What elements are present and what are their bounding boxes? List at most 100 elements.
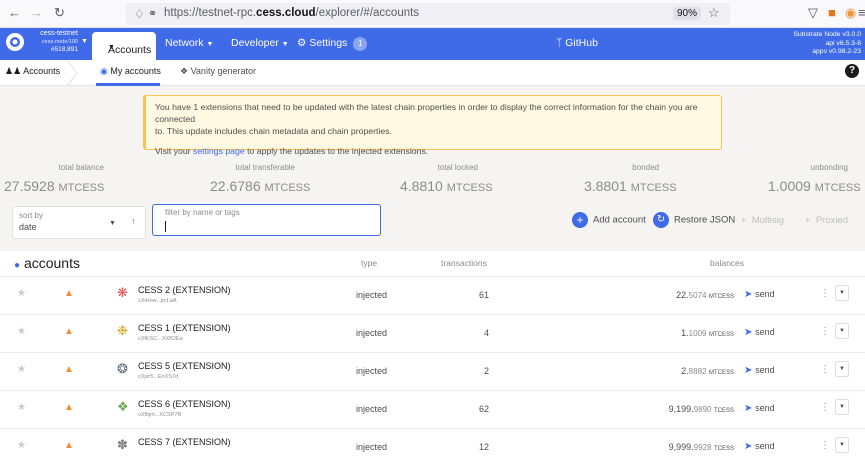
table-row: ★ ▲ ❖ CESS 6 (EXTENSION) cXfbjm...XCSP7R inje… [0, 390, 865, 428]
tab-accounts[interactable]: Accounts ▼ [92, 32, 156, 60]
table-row: ★ ▲ ❂ CESS 5 (EXTENSION) cXjsr5...EnXS7d inje… [0, 352, 865, 390]
account-balance: 22.5074 MTCESS [676, 290, 734, 300]
metamask-icon[interactable]: ■ [828, 6, 836, 20]
favorite-star-icon[interactable]: ★ [17, 440, 26, 451]
transaction-count: 62 [478, 404, 489, 414]
identicon-icon[interactable]: ❂ [117, 361, 128, 377]
identicon-icon[interactable]: ❋ [117, 285, 128, 301]
unbonding-value: 1.0009 MTCESS [768, 178, 861, 194]
address-bar[interactable]: ♢ ⚭ https://testnet-rpc.cess.cloud/explo… [126, 3, 730, 25]
favorite-star-icon[interactable]: ★ [17, 326, 26, 337]
dot-icon: ● [14, 260, 21, 271]
proxied-button[interactable]: + Proxied [805, 215, 848, 226]
filter-input[interactable]: filter by name or tags [152, 204, 381, 236]
favorite-star-icon[interactable]: ★ [17, 288, 26, 299]
plus-icon: + [805, 215, 811, 226]
tab-developer[interactable]: Developer ▼ [231, 37, 289, 49]
forward-arrow-icon[interactable]: → [30, 6, 43, 20]
active-tab-underline [96, 83, 160, 86]
account-type: injected [356, 366, 388, 376]
send-button[interactable]: ➤ send [744, 289, 775, 300]
send-button[interactable]: ➤ send [744, 441, 775, 452]
expand-row-button[interactable]: ▼ [835, 285, 849, 301]
node-name: cess-node/100 [41, 39, 78, 45]
chain-logo-icon[interactable] [5, 32, 25, 52]
more-options-icon[interactable]: ⋮ [820, 326, 830, 337]
expand-row-button[interactable]: ▼ [835, 437, 849, 453]
chain-name: cess-testnet [40, 30, 78, 37]
account-address[interactable]: cXfbjm...XCSP7R [138, 412, 181, 418]
total-transferable-value: 22.6786 MTCESS [210, 178, 311, 194]
expand-row-button[interactable]: ▼ [835, 399, 849, 415]
account-address[interactable]: cXfKSC...XXB2Ea [138, 336, 183, 342]
account-name[interactable]: CESS 2 (EXTENSION) [138, 285, 231, 295]
expand-row-button[interactable]: ▼ [835, 361, 849, 377]
people-icon: ♟♟ [5, 66, 22, 76]
restore-json-button[interactable]: ↻ Restore JSON [653, 212, 735, 228]
app-header: cess-testnet cess-node/100 #518,891 ▼ Ac… [0, 28, 865, 60]
reload-icon[interactable]: ↻ [54, 6, 65, 20]
warning-icon: ▲ [64, 402, 74, 413]
chain-chevron-icon[interactable]: ▼ [81, 38, 88, 45]
account-address[interactable]: cXjsr5...EnXS7d [138, 374, 178, 380]
unbonding-label: unbonding [810, 163, 848, 172]
account-balance: 2.8882 MTCESS [681, 366, 734, 376]
account-name[interactable]: CESS 5 (EXTENSION) [138, 361, 231, 371]
sort-direction-icon[interactable]: ↑ [131, 216, 136, 226]
banner-line-3: Visit your settings page to apply the up… [155, 146, 429, 156]
more-options-icon[interactable]: ⋮ [820, 288, 830, 299]
account-balance: 1.1009 MTCESS [681, 328, 734, 338]
warning-icon: ▲ [64, 364, 74, 375]
col-balances-header: balances [710, 258, 745, 268]
col-type-header: type [361, 258, 378, 268]
extension-icon[interactable]: ◉ [845, 6, 856, 20]
table-row: ★ ▲ ❋ CESS 2 (EXTENSION) cXiHow...pcLaA injec… [0, 276, 865, 314]
extension-update-banner: You have 1 extensions that need to be up… [143, 95, 722, 156]
account-address[interactable]: cXiHow...pcLaA [138, 298, 177, 304]
bookmark-star-icon[interactable]: ☆ [708, 5, 720, 21]
sort-label: sort by [19, 211, 44, 220]
block-number: #518,891 [50, 46, 78, 53]
chevron-down-icon: ▼ [108, 44, 115, 51]
tab-network[interactable]: Network ▼ [165, 37, 213, 49]
account-name[interactable]: CESS 6 (EXTENSION) [138, 399, 231, 409]
add-account-button[interactable]: + Add account [572, 212, 646, 228]
chain-selector[interactable]: cess-testnet cess-node/100 #518,891 [26, 30, 78, 54]
url-text[interactable]: https://testnet-rpc.cess.cloud/explorer/… [164, 7, 419, 19]
help-icon[interactable]: ? [845, 64, 859, 78]
zoom-level[interactable]: 90% [673, 7, 702, 20]
bonded-value: 3.8801 MTCESS [584, 178, 677, 194]
more-options-icon[interactable]: ⋮ [820, 440, 830, 451]
bonded-label: bonded [632, 163, 659, 172]
back-arrow-icon[interactable]: ← [8, 6, 21, 20]
section-title: ♟♟ Accounts [5, 66, 61, 76]
lock-icon[interactable]: ⚭ [148, 7, 157, 20]
favorite-star-icon[interactable]: ★ [17, 402, 26, 413]
send-button[interactable]: ➤ send [744, 365, 775, 376]
total-locked-value: 4.8810 MTCESS [400, 178, 493, 194]
expand-row-button[interactable]: ▼ [835, 323, 849, 339]
more-options-icon[interactable]: ⋮ [820, 402, 830, 413]
github-link[interactable]: ᛉ GitHub [556, 37, 598, 49]
account-name[interactable]: CESS 7 (EXTENSION) [138, 437, 231, 447]
pocket-icon[interactable]: ▽ [808, 6, 818, 20]
send-button[interactable]: ➤ send [744, 327, 775, 338]
identicon-icon[interactable]: ❉ [117, 323, 128, 339]
paper-plane-icon: ➤ [744, 403, 753, 414]
more-options-icon[interactable]: ⋮ [820, 364, 830, 375]
version-node: Substrate Node v3.0.0 [793, 31, 861, 38]
settings-page-link[interactable]: settings page [193, 146, 245, 156]
tab-my-accounts[interactable]: ◉ My accounts [100, 66, 161, 77]
shield-icon[interactable]: ♢ [134, 7, 145, 21]
tab-vanity-generator[interactable]: ❖ Vanity generator [180, 66, 256, 77]
identicon-icon[interactable]: ❖ [117, 399, 129, 415]
identicon-icon[interactable]: ✽ [117, 437, 128, 453]
menu-icon[interactable]: ≡ [858, 6, 865, 20]
send-button[interactable]: ➤ send [744, 403, 775, 414]
sort-select[interactable]: sort by date ▼ ↑ [12, 206, 146, 239]
favorite-star-icon[interactable]: ★ [17, 364, 26, 375]
multisig-button[interactable]: + Multisig [741, 215, 784, 226]
account-name[interactable]: CESS 1 (EXTENSION) [138, 323, 231, 333]
tab-settings[interactable]: ⚙ Settings 1 [297, 37, 368, 51]
banner-line-2: to. This update includes chain metadata … [155, 126, 392, 136]
